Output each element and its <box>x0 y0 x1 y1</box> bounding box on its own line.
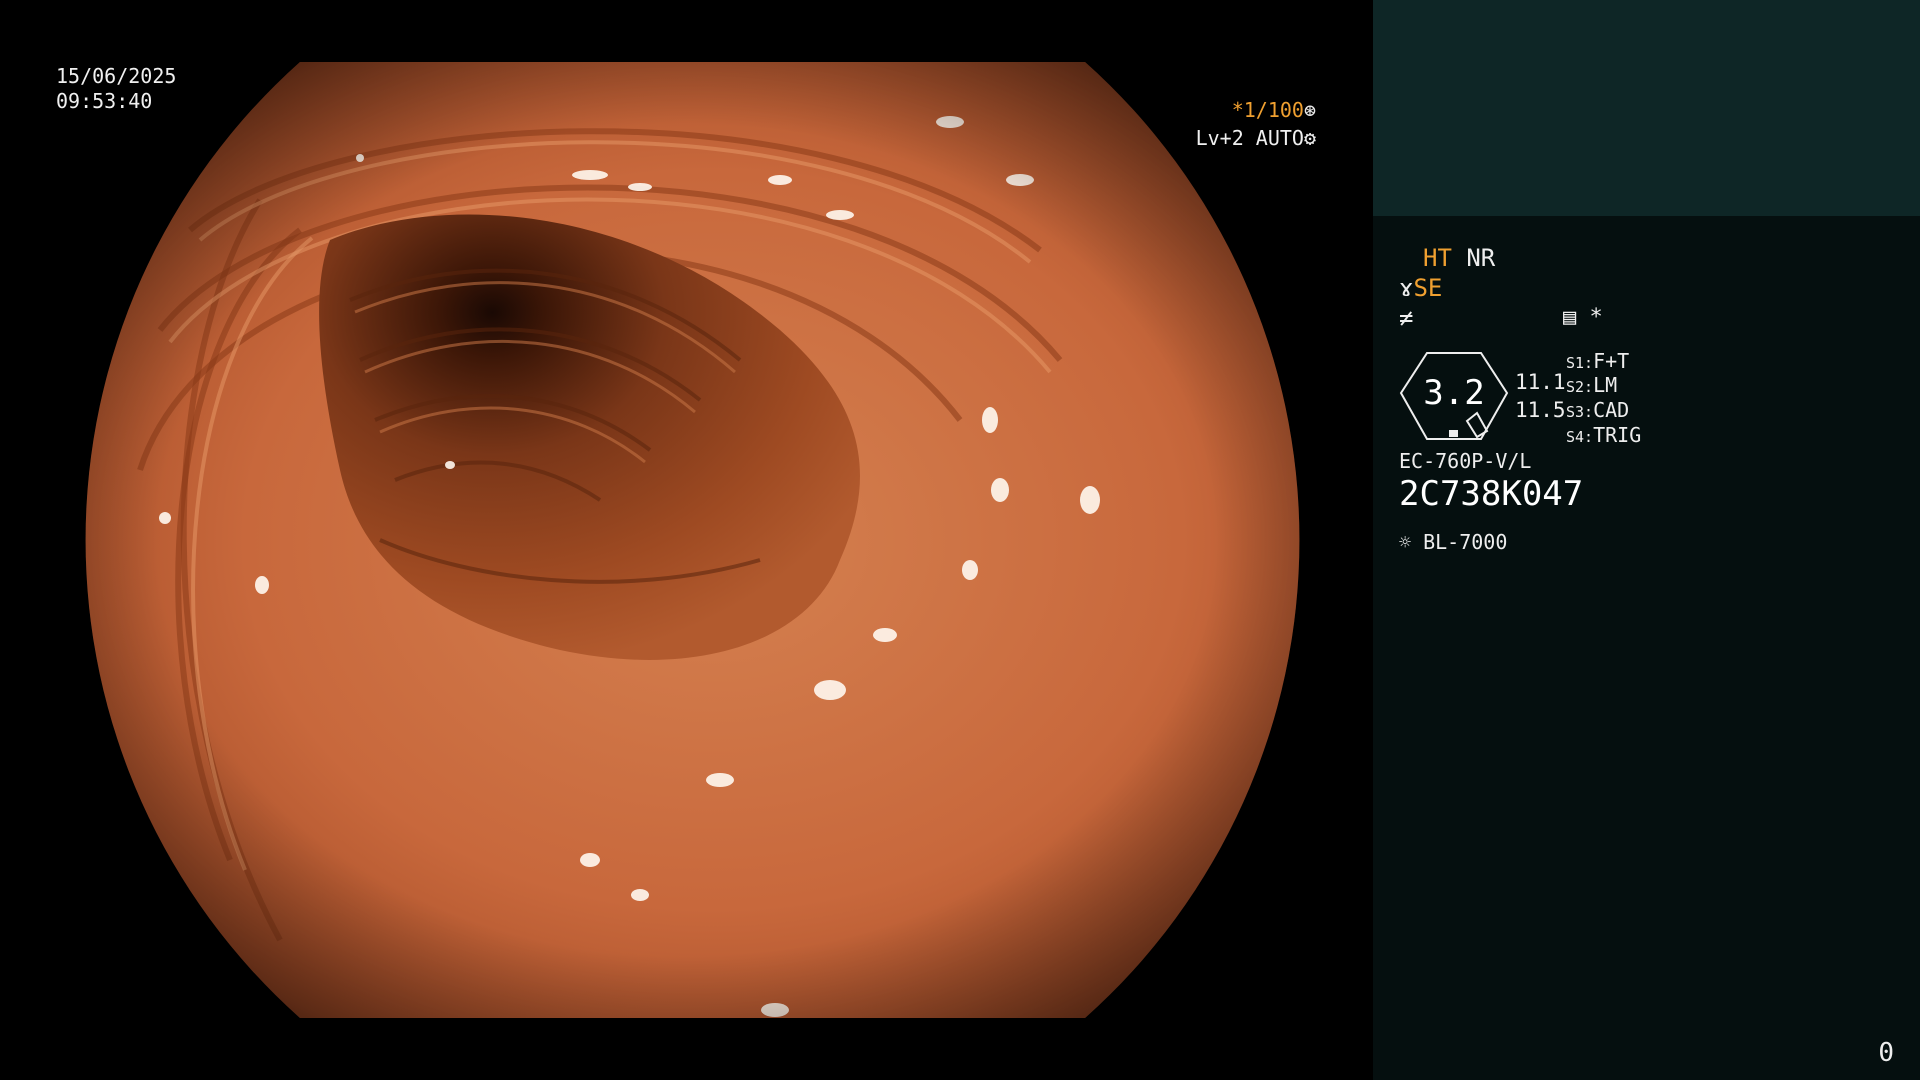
shutter-text: *1/100 <box>1231 98 1304 122</box>
switch-key: S4: <box>1566 428 1594 446</box>
switch-value: F+T <box>1593 349 1630 373</box>
level-value-2: 11.5 <box>1515 398 1566 422</box>
se-mode: SE <box>1413 274 1443 302</box>
nr-mode: NR <box>1466 244 1496 272</box>
info-panel: HT NR ɤSE ≠ ▤ * 3.2 11.1 11.5 S1:F+T S2:… <box>1373 0 1920 1080</box>
switch-s2: S2:LM <box>1566 373 1617 397</box>
switch-value: TRIG <box>1593 423 1642 447</box>
menu-status-row: ▤ * <box>1563 305 1603 330</box>
switch-key: S2: <box>1566 378 1594 396</box>
switch-s3: S3:CAD <box>1566 398 1629 422</box>
ht-mode: HT <box>1423 244 1452 272</box>
time-text: 09:53:40 <box>56 89 153 113</box>
enhance-row: ≠ <box>1399 304 1413 332</box>
star-marker: * <box>1589 305 1603 330</box>
iris-readout: Lv+2 AUTO⚙ <box>1196 126 1316 151</box>
level-value-1: 11.1 <box>1515 370 1566 394</box>
se-mode-row: ɤSE <box>1399 274 1442 302</box>
scope-serial: 2C738K047 <box>1399 474 1584 514</box>
date-text: 15/06/2025 <box>56 64 177 88</box>
gear-icon: ⚙ <box>1303 126 1316 150</box>
enhance-slash-icon: ≠ <box>1399 304 1414 332</box>
processing-modes: HT NR <box>1423 244 1495 272</box>
panel-header <box>1373 0 1920 216</box>
switch-s1: S1:F+T <box>1566 349 1629 373</box>
endoscopy-screen: 15/06/2025 09:53:40 *1/100⊛ Lv+2 AUTO⚙ H… <box>0 0 1920 1080</box>
menu-list-icon: ▤ <box>1563 305 1577 330</box>
switch-value: CAD <box>1593 398 1630 422</box>
scope-model: EC-760P-V/L <box>1399 449 1532 473</box>
wheel-icon: ⊛ <box>1303 98 1316 122</box>
iris-text: Lv+2 AUTO <box>1195 126 1304 150</box>
scope-curve-icon: ɤ <box>1399 274 1414 302</box>
sun-icon: ☼ <box>1399 530 1412 554</box>
switch-s4: S4:TRIG <box>1566 423 1641 447</box>
light-source: BL-7000 <box>1423 530 1508 554</box>
switch-key: S3: <box>1566 403 1594 421</box>
light-source-row: ☼ BL-7000 <box>1399 530 1507 554</box>
switch-key: S1: <box>1566 354 1594 372</box>
zoom-value: 3.2 <box>1423 373 1485 413</box>
endoscopic-view <box>85 62 1300 1018</box>
date-time-readout: 15/06/2025 09:53:40 <box>56 64 176 114</box>
endoscope-video: 15/06/2025 09:53:40 *1/100⊛ Lv+2 AUTO⚙ <box>0 0 1372 1080</box>
image-counter: 0 <box>1878 1038 1894 1068</box>
shutter-readout: *1/100⊛ <box>1232 98 1316 123</box>
switch-value: LM <box>1593 373 1618 397</box>
